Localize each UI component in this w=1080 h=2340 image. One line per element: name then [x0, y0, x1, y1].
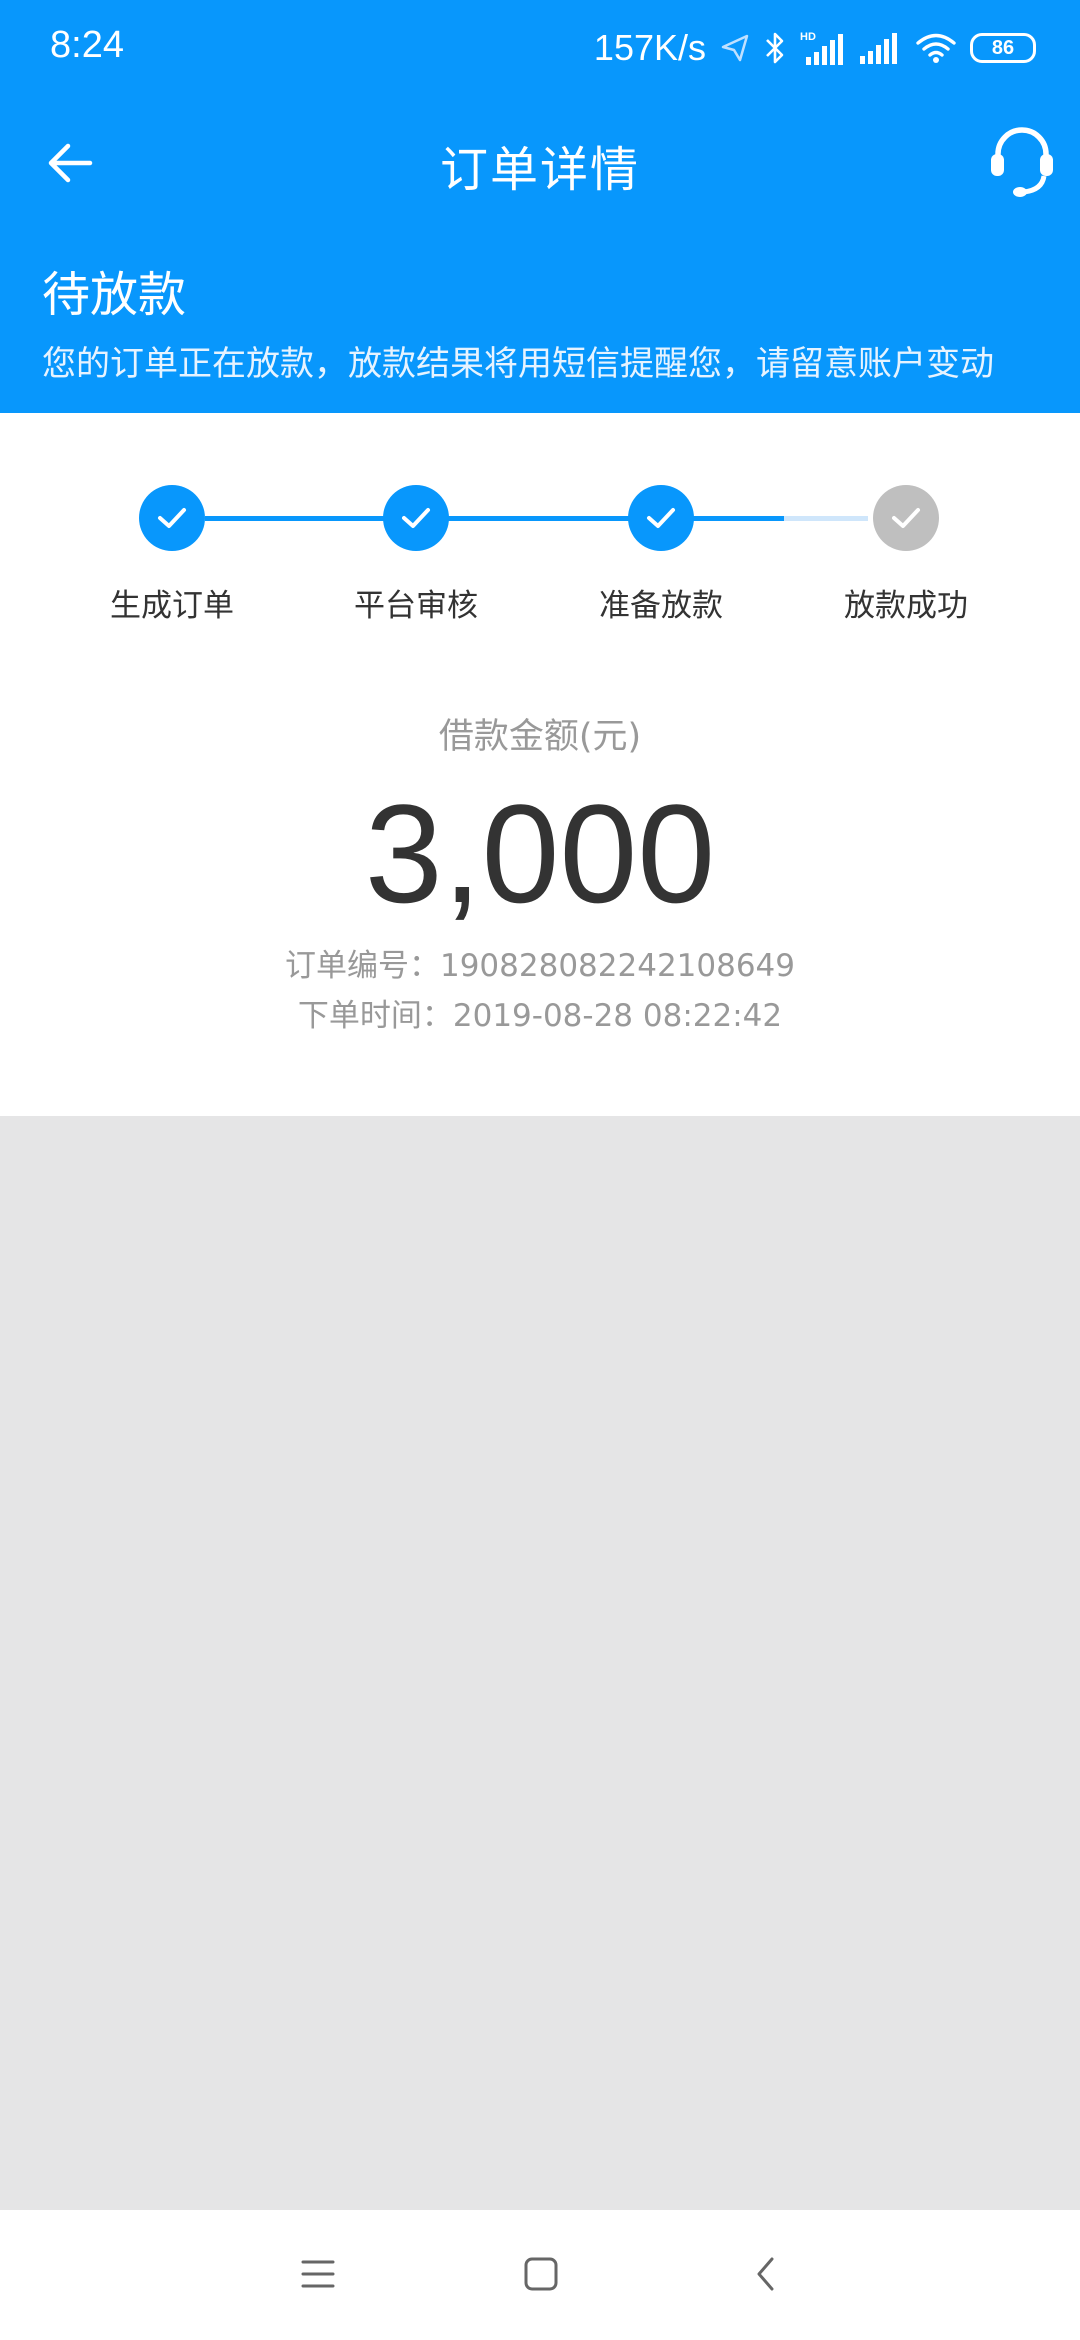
status-time: 8:24: [50, 24, 124, 66]
nav-bar: 订单详情: [0, 100, 1080, 225]
svg-text:HD: HD: [800, 31, 816, 43]
step-3-check-icon: [628, 485, 694, 551]
step-2-check-icon: [383, 485, 449, 551]
page-title: 订单详情: [439, 142, 640, 198]
battery-level: 86: [991, 36, 1015, 59]
step-4-check-icon: [873, 485, 939, 551]
step-4-label: 放款成功: [844, 588, 968, 624]
status-bar: 8:24 157K/s HD 86: [0, 0, 1080, 100]
wifi-icon: [916, 33, 956, 63]
menu-icon[interactable]: [300, 2254, 336, 2294]
send-icon: [721, 34, 749, 62]
status-icons: 157K/s HD 86: [594, 22, 1036, 74]
order-status-title: 待放款: [42, 267, 187, 323]
signal-icon: [860, 33, 897, 64]
progress-line-1: [205, 516, 297, 521]
step-2-label: 平台审核: [354, 588, 478, 624]
hd-signal-icon: HD: [800, 31, 843, 65]
step-1-label: 生成订单: [110, 588, 234, 624]
loan-amount-label: 借款金额(元): [438, 717, 642, 757]
order-number: 订单编号：19082808224210864​9: [284, 948, 796, 984]
progress-line-5: [706, 516, 784, 521]
step-1-check-icon: [139, 485, 205, 551]
header: 8:24 157K/s HD 86 订单详情 待放款 您的订单正在放款，放款结果…: [0, 0, 1080, 413]
system-nav-bar: [0, 2210, 1080, 2340]
order-status-description: 您的订单正在放款，放款结果将用短信提醒您，请留意账户变动: [42, 344, 994, 384]
step-3-label: 准备放款: [599, 588, 723, 624]
progress-line-3: [461, 516, 542, 521]
network-speed: 157K/s: [593, 27, 706, 68]
loan-amount: 3,000: [364, 775, 716, 932]
progress-line-6: [784, 516, 868, 521]
order-time: 下单时间：2019-08-28 08:22:42: [297, 998, 783, 1034]
headset-icon[interactable]: [986, 124, 1058, 200]
battery-icon: 86: [970, 33, 1036, 63]
bluetooth-icon: [766, 32, 784, 64]
back-chevron-icon[interactable]: [750, 2254, 780, 2294]
home-icon[interactable]: [522, 2254, 560, 2294]
